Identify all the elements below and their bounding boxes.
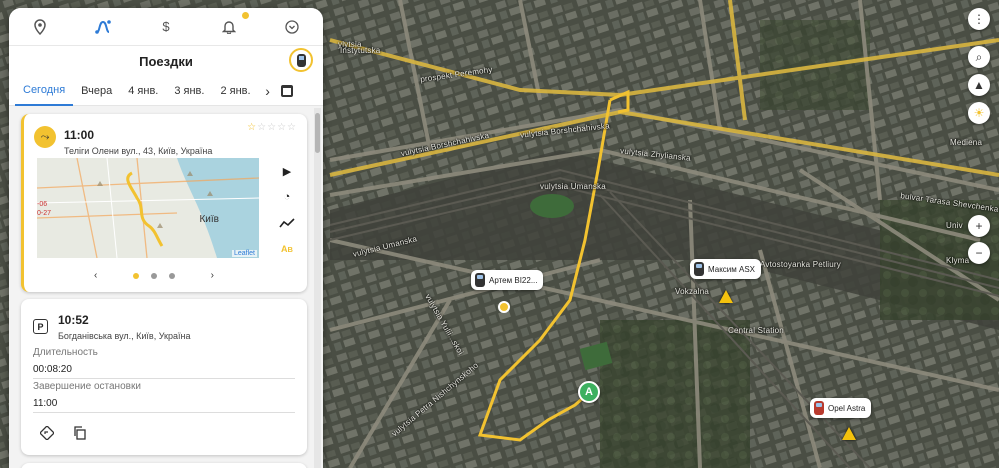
zoom-in-icon[interactable]: +	[968, 215, 990, 237]
trip-address: Теліги Олени вул., 43, Київ, Україна	[64, 146, 213, 156]
stop-end-label: Завершение остановки	[33, 381, 141, 392]
chevron-right-icon[interactable]: ›	[261, 83, 275, 99]
trip-route-icon: ⤳	[34, 126, 56, 148]
trip-mini-map[interactable]: -06 0-27 Київ Leaflet	[37, 158, 259, 258]
mini-map-city-label: Київ	[199, 214, 219, 225]
search-icon[interactable]: ⌕	[968, 46, 990, 68]
tab-today[interactable]: Сегодня	[15, 76, 74, 106]
vehicle-heading-arrow[interactable]	[719, 290, 733, 303]
sun-icon[interactable]: ☀	[968, 102, 990, 124]
street-label: Avtostoyanka Petliury	[760, 260, 841, 269]
next-card[interactable]	[21, 463, 307, 468]
street-label: vulytsia Umanska	[540, 182, 606, 191]
scrollbar-thumb[interactable]	[315, 113, 320, 153]
trip-list: ⤳ 11:00 Теліги Олени вул., 43, Київ, Укр…	[9, 108, 323, 468]
play-icon[interactable]: ▶	[278, 162, 296, 180]
pager-dot[interactable]	[133, 272, 139, 279]
car-icon	[814, 401, 824, 415]
stop-time: 10:52	[58, 313, 89, 327]
trips-icon[interactable]	[89, 13, 117, 41]
star-icon[interactable]: ☆	[277, 122, 287, 133]
vehicle-label: Максим ASX	[708, 264, 755, 274]
star-icon[interactable]: ☆	[247, 122, 257, 133]
stop-card[interactable]: P 10:52 Богданівська вул., Київ, Україна…	[21, 299, 307, 455]
directions-icon[interactable]	[39, 425, 55, 441]
chevron-down-icon[interactable]	[278, 13, 306, 41]
car-icon	[694, 262, 704, 276]
replay-icon[interactable]: ◔	[278, 188, 296, 206]
vehicle-label: Артем ВІ22...	[489, 275, 538, 285]
stop-address: Богданівська вул., Київ, Україна	[58, 331, 191, 341]
pager-prev-button[interactable]: ‹	[94, 270, 97, 281]
panel-scrollbar[interactable]	[314, 108, 321, 468]
vehicle-position-dot[interactable]	[498, 301, 510, 313]
parking-icon: P	[33, 319, 48, 334]
street-label: Klyma	[946, 256, 970, 265]
tab-jan-3[interactable]: 3 янв.	[166, 76, 212, 106]
date-tabs: Сегодня Вчера 4 янв. 3 янв. 2 янв. ›	[9, 76, 323, 106]
duration-label: Длительность	[33, 347, 98, 358]
trip-time: 11:00	[64, 128, 95, 142]
speed-chart-icon[interactable]	[278, 214, 296, 232]
panel-header: Поездки	[9, 46, 323, 76]
street-label: Vokzalna	[675, 287, 710, 296]
star-icon[interactable]: ☆	[267, 122, 277, 133]
street-label: Mediena	[950, 138, 983, 147]
tab-yesterday[interactable]: Вчера	[73, 76, 120, 106]
vehicle-marker[interactable]: Opel Astra	[810, 398, 872, 418]
star-icon[interactable]: ☆	[257, 122, 267, 133]
vehicle-marker[interactable]: Максим ASX	[690, 259, 761, 279]
dollar-icon[interactable]: $	[152, 13, 180, 41]
mini-map-graphic	[37, 158, 259, 258]
car-icon	[296, 53, 306, 67]
street-label: Univ	[946, 221, 963, 230]
page-title: Поездки	[139, 53, 193, 69]
vehicle-select-button[interactable]	[289, 48, 313, 72]
bell-icon[interactable]	[215, 9, 251, 41]
street-label: Instytutska	[340, 46, 381, 55]
address-edit-icon[interactable]: AB	[278, 240, 296, 258]
duration-field: Длительность 00:08:20	[33, 347, 295, 379]
star-icon[interactable]: ☆	[287, 122, 297, 133]
duration-value: 00:08:20	[33, 364, 72, 375]
notification-dot	[239, 9, 251, 21]
top-icon-bar: $	[9, 8, 323, 46]
zoom-out-icon[interactable]: −	[968, 242, 990, 264]
pager-dot[interactable]	[151, 272, 157, 279]
car-icon	[475, 273, 485, 287]
tab-jan-2[interactable]: 2 янв.	[212, 76, 258, 106]
street-label: Central Station	[728, 326, 784, 335]
stop-end-field: Завершение остановки 11:00	[33, 381, 295, 413]
trips-panel: $ Поездки Сегодня Вчера 4 янв. 3 янв. 2 …	[9, 8, 323, 468]
trip-pager: ‹ ›	[94, 270, 214, 281]
vehicle-marker[interactable]: Артем ВІ22...	[471, 270, 544, 290]
trip-card[interactable]: ⤳ 11:00 Теліги Олени вул., 43, Київ, Укр…	[21, 114, 307, 292]
pager-next-button[interactable]: ›	[211, 270, 214, 281]
stop-end-value: 11:00	[33, 398, 58, 409]
trip-rating[interactable]: ☆☆☆☆☆	[247, 122, 297, 133]
tab-jan-4[interactable]: 4 янв.	[120, 76, 166, 106]
compass-icon[interactable]: ▲	[968, 74, 990, 96]
more-vertical-icon[interactable]: ⋮	[968, 8, 990, 30]
calendar-icon[interactable]	[280, 84, 293, 97]
pager-dot[interactable]	[169, 272, 175, 279]
vehicle-heading-arrow[interactable]	[842, 427, 856, 440]
map-attribution-link[interactable]: Leaflet	[231, 250, 257, 257]
vehicle-label: Opel Astra	[828, 403, 866, 413]
location-pin-icon[interactable]	[26, 13, 54, 41]
mini-map-side-label: -06 0-27	[37, 201, 52, 217]
copy-icon[interactable]	[71, 425, 87, 441]
route-start-marker[interactable]: A	[578, 381, 600, 403]
trip-actions: ▶ ◔ AB	[277, 162, 297, 258]
